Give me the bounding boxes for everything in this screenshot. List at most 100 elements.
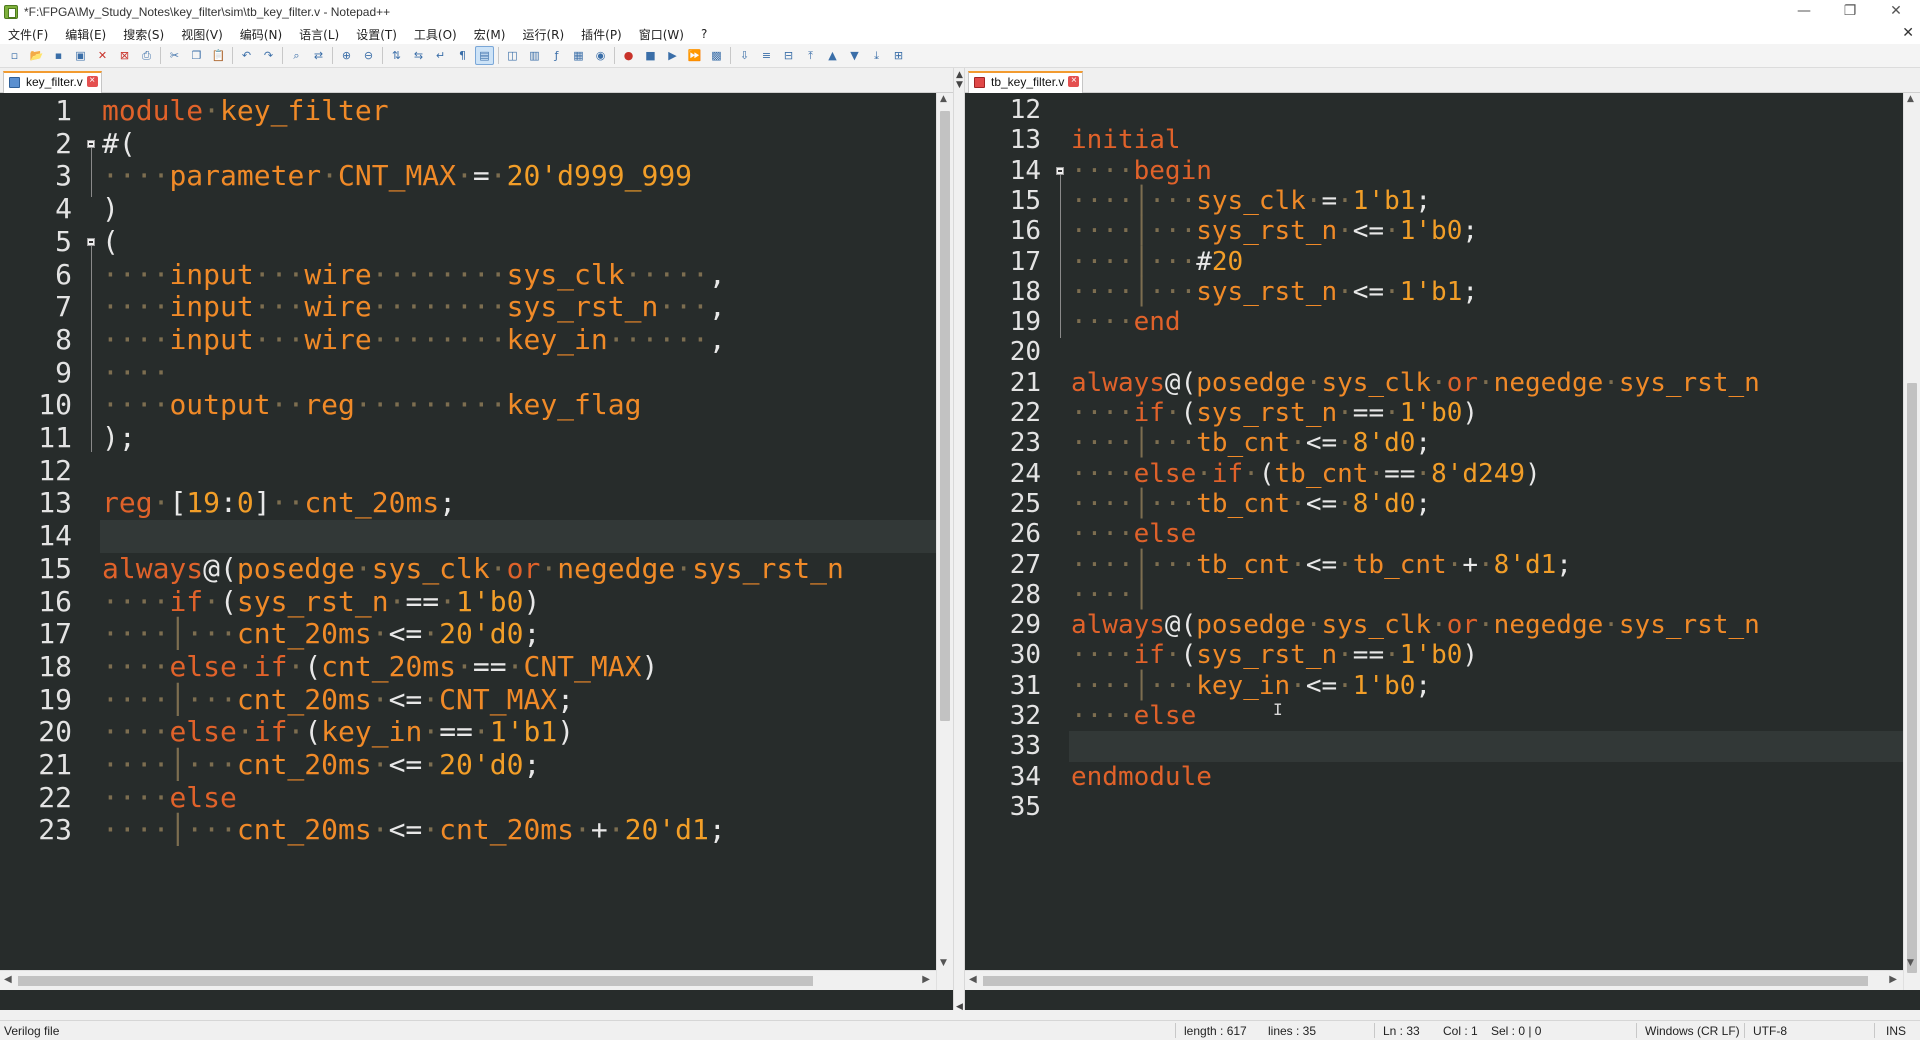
code-line[interactable]: ····else: [1069, 519, 1196, 549]
doc-map-icon[interactable]: ▥: [525, 46, 544, 65]
code-line[interactable]: always@(posedge·sys_clk·or·negedge·sys_r…: [1069, 368, 1760, 398]
code-line[interactable]: ····parameter·CNT_MAX·=·20'd999_999: [100, 160, 692, 193]
code-line[interactable]: ····else: [100, 781, 237, 815]
code-line[interactable]: ····: [100, 356, 169, 390]
code-line[interactable]: ····│···tb_cnt·<=·8'd0;: [1069, 489, 1431, 519]
menu-item[interactable]: 视图(V): [173, 26, 232, 43]
code-line[interactable]: );: [100, 421, 136, 455]
new-file-icon[interactable]: ▫: [5, 46, 24, 65]
code-line[interactable]: [1069, 337, 1071, 367]
code-area[interactable]: initial ····begin ····│···sys_clk·=·1'b1; ·…: [1069, 93, 1903, 990]
tab-key-filter[interactable]: key_filter.v ×: [3, 71, 102, 93]
close-all-icon[interactable]: ⊠: [115, 46, 134, 65]
folder-as-workspace-icon[interactable]: ▦: [569, 46, 588, 65]
scroll-left-icon[interactable]: ◀: [4, 974, 12, 985]
code-line[interactable]: [100, 520, 102, 553]
close-document-button[interactable]: ✕: [1902, 25, 1914, 41]
code-line[interactable]: ····│···sys_clk·=·1'b1;: [1069, 186, 1431, 216]
scroll-up-icon[interactable]: ▲: [1907, 94, 1914, 104]
code-line[interactable]: [1069, 792, 1071, 822]
code-line[interactable]: ): [100, 192, 119, 226]
scroll-right-icon[interactable]: ▶: [1889, 974, 1897, 985]
plugin-icon[interactable]: ⊞: [889, 46, 908, 65]
scroll-left-icon[interactable]: ◀: [969, 974, 977, 985]
code-line[interactable]: ····if·(sys_rst_n·==·1'b0): [100, 585, 540, 619]
record-macro-icon[interactable]: ●: [619, 46, 638, 65]
scroll-down-icon[interactable]: ▼: [940, 958, 947, 968]
code-line[interactable]: always@(posedge·sys_clk·or·negedge·sys_r…: [100, 552, 844, 586]
code-line[interactable]: ····begin: [1069, 156, 1212, 186]
menu-item[interactable]: 插件(P): [573, 26, 631, 43]
code-line[interactable]: always@(posedge·sys_clk·or·negedge·sys_r…: [1069, 610, 1760, 640]
close-tab-icon[interactable]: ×: [1068, 76, 1080, 87]
code-line[interactable]: ····│···sys_rst_n·<=·1'b1;: [1069, 277, 1478, 307]
find-icon[interactable]: ⌕: [287, 46, 306, 65]
code-line[interactable]: ····│···cnt_20ms·<=·20'd0;: [100, 617, 540, 651]
scroll-right-icon[interactable]: ▶: [922, 974, 930, 985]
indent-guide-icon[interactable]: ▤: [475, 46, 494, 65]
code-line[interactable]: ····else: [1069, 701, 1196, 731]
sync-vertical-icon[interactable]: ⇅: [387, 46, 406, 65]
right-horizontal-scrollbar[interactable]: ◀ ▶: [965, 970, 1903, 990]
stop-record-icon[interactable]: ■: [641, 46, 660, 65]
code-line[interactable]: ····input···wire········sys_rst_n···,: [100, 290, 726, 324]
left-editor[interactable]: 1 2 3 4 5 6 7 8 9 10 11 12 13 14 15 16 17 18 19 20 21 22 23 mo…: [0, 93, 953, 990]
view-splitter[interactable]: ▲ ▼ ◀: [953, 68, 965, 1012]
first-diff-icon[interactable]: ⤒: [801, 46, 820, 65]
right-editor[interactable]: 12 13 14 15 16 17 18 19 20 21 22 23 24 25 26 27 28 29 30 31…: [965, 93, 1920, 990]
restore-button[interactable]: ❐: [1827, 0, 1873, 24]
redo-icon[interactable]: ↷: [259, 46, 278, 65]
prev-icon[interactable]: ▲: [823, 46, 842, 65]
run-macro-multiple-icon[interactable]: ⏩: [685, 46, 704, 65]
prev-diff-icon[interactable]: ⊟: [779, 46, 798, 65]
left-horizontal-scroll-thumb[interactable]: [18, 976, 813, 986]
left-vertical-scroll-thumb[interactable]: [940, 111, 950, 721]
right-horizontal-scroll-thumb[interactable]: [983, 976, 1868, 986]
code-line[interactable]: [100, 455, 102, 488]
right-vertical-scrollbar[interactable]: ▲ ▼: [1903, 93, 1920, 990]
minimize-button[interactable]: —: [1781, 0, 1827, 24]
left-vertical-scrollbar[interactable]: ▲ ▼: [936, 93, 953, 990]
code-line[interactable]: initial: [1069, 125, 1181, 155]
menu-item[interactable]: 搜索(S): [115, 26, 173, 43]
left-horizontal-scrollbar[interactable]: ◀ ▶: [0, 970, 936, 990]
menu-item[interactable]: 宏(M): [466, 26, 515, 43]
menu-item[interactable]: 编辑(E): [57, 26, 115, 43]
code-line[interactable]: [1069, 95, 1071, 125]
menu-item[interactable]: ?: [693, 27, 716, 41]
fold-toggle-icon[interactable]: [1056, 166, 1064, 175]
code-line[interactable]: ····end: [1069, 307, 1181, 337]
open-file-icon[interactable]: 📂: [27, 46, 46, 65]
paste-icon[interactable]: 📋: [209, 46, 228, 65]
code-line[interactable]: #(: [100, 127, 136, 161]
code-line[interactable]: ····│···cnt_20ms·<=·20'd0;: [100, 748, 540, 782]
menu-item[interactable]: 编码(N): [232, 26, 291, 43]
code-line[interactable]: [1069, 731, 1071, 761]
scroll-up-icon[interactable]: ▲: [940, 94, 947, 104]
fold-margin[interactable]: [84, 93, 100, 990]
code-line[interactable]: ····│···key_in·<=·1'b0;: [1069, 671, 1431, 701]
code-line[interactable]: ····│···cnt_20ms·<=·CNT_MAX;: [100, 683, 574, 717]
replace-icon[interactable]: ⇄: [309, 46, 328, 65]
code-line[interactable]: ····│···tb_cnt·<=·tb_cnt·+·8'd1;: [1069, 550, 1572, 580]
code-line[interactable]: ····else·if·(key_in·==·1'b1): [100, 715, 574, 749]
code-line[interactable]: ····│: [1069, 580, 1149, 610]
code-line[interactable]: ····if·(sys_rst_n·==·1'b0): [1069, 640, 1478, 670]
monitoring-icon[interactable]: ◉: [591, 46, 610, 65]
menu-item[interactable]: 运行(R): [514, 26, 573, 43]
code-line[interactable]: ····│···cnt_20ms·<=·cnt_20ms·+·20'd1;: [100, 814, 726, 847]
function-list-icon[interactable]: ƒ: [547, 46, 566, 65]
diff-icon[interactable]: ≡: [757, 46, 776, 65]
save-icon[interactable]: ▪: [49, 46, 68, 65]
close-tab-icon[interactable]: ×: [86, 76, 98, 87]
show-all-chars-icon[interactable]: ¶: [453, 46, 472, 65]
save-all-icon[interactable]: ▣: [71, 46, 90, 65]
undo-icon[interactable]: ↶: [237, 46, 256, 65]
code-line[interactable]: ····│···tb_cnt·<=·8'd0;: [1069, 428, 1431, 458]
splitter-down-arrow-icon[interactable]: ▼: [956, 80, 963, 90]
code-line[interactable]: ····else·if·(tb_cnt·==·8'd249): [1069, 459, 1541, 489]
fold-margin[interactable]: [1053, 93, 1069, 990]
code-line[interactable]: ····if·(sys_rst_n·==·1'b0): [1069, 398, 1478, 428]
code-line[interactable]: (: [100, 225, 119, 259]
code-line[interactable]: reg·[19:0]··cnt_20ms;: [100, 487, 456, 520]
